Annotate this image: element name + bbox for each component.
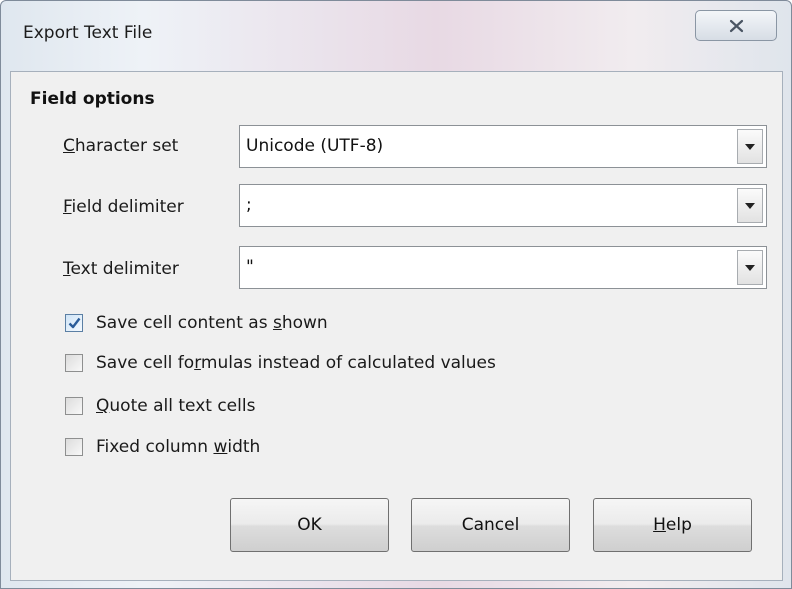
field-delimiter-dropdown-button[interactable] (737, 188, 763, 223)
mnemonic: s (272, 313, 282, 333)
label-part: idth (227, 437, 261, 457)
save-formulas-label: Save cell formulas instead of calculated… (96, 353, 496, 373)
character-set-dropdown-button[interactable] (737, 129, 763, 164)
help-mnemonic: H (653, 515, 666, 535)
character-set-label-text: haracter set (74, 136, 179, 156)
label-part: uote all text cells (109, 396, 256, 416)
export-text-file-dialog: Export Text File Field options Character… (0, 0, 792, 589)
cancel-button[interactable]: Cancel (411, 498, 570, 552)
field-delimiter-combobox[interactable]: ; (239, 184, 767, 227)
character-set-mnemonic: C (63, 136, 75, 156)
field-delimiter-mnemonic: F (63, 197, 72, 217)
fixed-column-width-checkbox[interactable] (65, 438, 83, 456)
text-delimiter-mnemonic: T (63, 259, 71, 279)
label-part: Fixed column (96, 437, 214, 457)
checkmark-icon (68, 317, 80, 329)
label-part: hown (281, 313, 328, 333)
chevron-down-icon (745, 202, 755, 209)
help-button[interactable]: Help (593, 498, 752, 552)
mnemonic: r (194, 353, 201, 373)
title-bar[interactable]: Export Text File (1, 1, 791, 61)
fixed-column-width-label: Fixed column width (96, 437, 260, 457)
help-label-text: elp (665, 515, 692, 535)
text-delimiter-combobox[interactable]: " (239, 246, 767, 289)
character-set-dropdown[interactable]: Unicode (UTF-8) (239, 125, 767, 168)
close-button[interactable] (695, 10, 777, 41)
field-delimiter-label: Field delimiter (63, 197, 184, 217)
field-delimiter-label-text: ield delimiter (71, 197, 184, 217)
text-delimiter-label: Text delimiter (63, 259, 179, 279)
label-part: Save cell fo (96, 353, 195, 373)
save-content-as-shown-label: Save cell content as shown (96, 313, 328, 333)
character-set-value: Unicode (UTF-8) (246, 136, 384, 156)
mnemonic: Q (96, 396, 110, 416)
quote-all-text-cells-checkbox[interactable] (65, 397, 83, 415)
quote-all-text-cells-label: Quote all text cells (96, 396, 255, 416)
mnemonic: w (213, 437, 228, 457)
chevron-down-icon (745, 143, 755, 150)
close-x-icon (729, 19, 743, 32)
fixed-column-width-option[interactable]: Fixed column width (65, 435, 260, 459)
save-formulas-checkbox[interactable] (65, 354, 83, 372)
text-delimiter-label-text: ext delimiter (70, 259, 179, 279)
save-formulas-option[interactable]: Save cell formulas instead of calculated… (65, 351, 496, 375)
chevron-down-icon (745, 264, 755, 271)
character-set-label: Character set (63, 136, 178, 156)
field-delimiter-value: ; (246, 195, 252, 215)
text-delimiter-dropdown-button[interactable] (737, 250, 763, 285)
ok-button[interactable]: OK (230, 498, 389, 552)
label-part: mulas instead of calculated values (200, 353, 496, 373)
quote-all-text-cells-option[interactable]: Quote all text cells (65, 394, 255, 418)
text-delimiter-value: " (246, 257, 254, 277)
save-content-as-shown-checkbox[interactable] (65, 314, 83, 332)
label-part: Save cell content as (96, 313, 273, 333)
save-content-as-shown-option[interactable]: Save cell content as shown (65, 311, 328, 335)
window-title: Export Text File (23, 23, 153, 43)
section-title-field-options: Field options (30, 89, 155, 109)
